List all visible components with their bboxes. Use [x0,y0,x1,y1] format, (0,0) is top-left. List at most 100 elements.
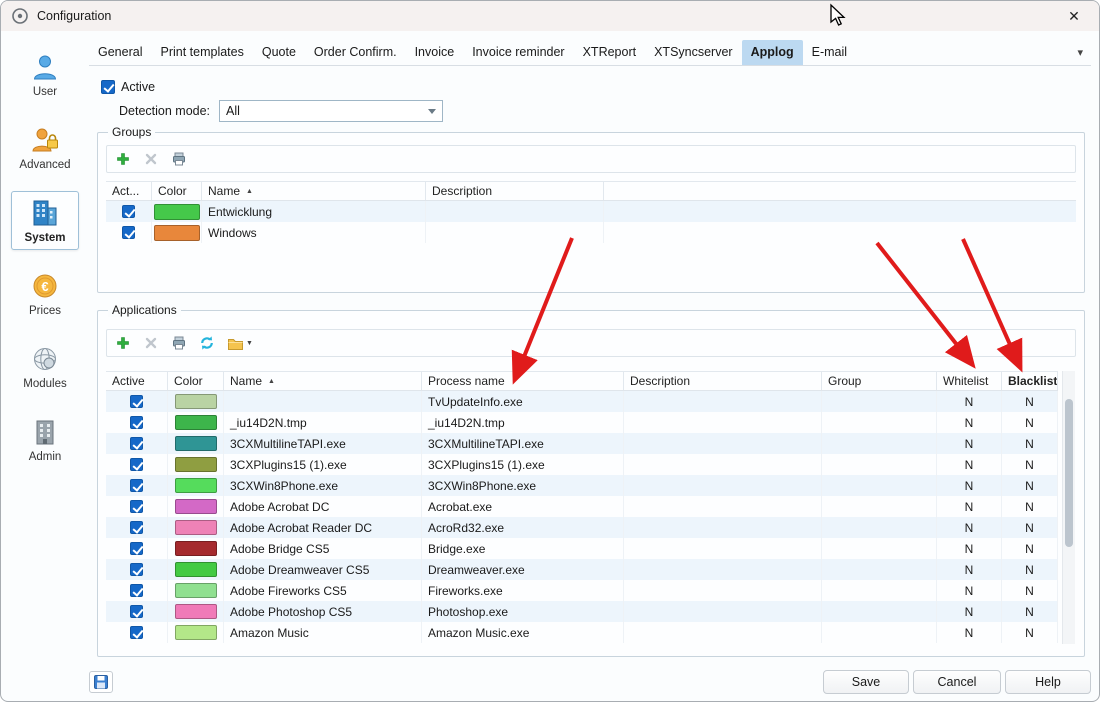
save-settings-button[interactable] [89,671,113,693]
row-active-checkbox[interactable] [130,416,143,429]
application-row[interactable]: Adobe Fireworks CS5 Fireworks.exe N N [106,580,1058,601]
refresh-button[interactable] [199,335,215,351]
tab-general[interactable]: General [89,40,151,65]
row-active-checkbox[interactable] [130,605,143,618]
euro-coin-icon: € [30,271,60,301]
application-description [624,580,822,601]
col-header-name[interactable]: Name▲ [202,182,426,200]
application-row[interactable]: Adobe Bridge CS5 Bridge.exe N N [106,538,1058,559]
help-button[interactable]: Help [1005,670,1091,694]
tab-order-confirm-[interactable]: Order Confirm. [305,40,406,65]
application-row[interactable]: _iu14D2N.tmp _iu14D2N.tmp N N [106,412,1058,433]
col-header-blacklist[interactable]: Blacklist [1002,372,1058,390]
system-icon [30,198,60,228]
tab-invoice[interactable]: Invoice [406,40,464,65]
applications-table: Active Color Name▲ Process name Descript… [106,371,1058,643]
col-header-description[interactable]: Description [426,182,604,200]
application-row[interactable]: Adobe Acrobat Reader DC AcroRd32.exe N N [106,517,1058,538]
col-header-color[interactable]: Color [152,182,202,200]
application-group [822,601,937,622]
col-header-active[interactable]: Active [106,372,168,390]
print-groups-button[interactable] [171,151,187,167]
application-row[interactable]: Adobe Photoshop CS5 Photoshop.exe N N [106,601,1058,622]
col-header-act[interactable]: Act... [106,182,152,200]
sidebar-item-admin[interactable]: Admin [11,410,79,469]
add-application-button[interactable] [115,335,131,351]
folder-caret-icon[interactable]: ▼ [246,340,253,347]
application-description [624,391,822,412]
title-bar[interactable]: Configuration ✕ [1,1,1099,31]
sidebar-item-modules[interactable]: Modules [11,337,79,396]
col-header-group[interactable]: Group [822,372,937,390]
sidebar-item-system[interactable]: System [11,191,79,250]
folder-button[interactable]: ▼ [227,336,253,351]
add-group-button[interactable] [115,151,131,167]
tab-print-templates[interactable]: Print templates [151,40,252,65]
applications-table-header: Active Color Name▲ Process name Descript… [106,371,1058,391]
group-row[interactable]: Windows [106,222,1076,243]
row-active-checkbox[interactable] [130,584,143,597]
user-icon [30,52,60,82]
row-active-checkbox[interactable] [130,395,143,408]
applications-groupbox: Applications [97,310,1085,657]
tab-overflow-chevron-icon[interactable]: ▾ [1069,46,1091,65]
tab-applog[interactable]: Applog [742,40,803,65]
tab-strip: GeneralPrint templatesQuoteOrder Confirm… [89,40,856,65]
sidebar-item-advanced[interactable]: Advanced [11,118,79,177]
groups-table-header: Act... Color Name▲ Description [106,181,1076,201]
blacklist-flag: N [1002,580,1058,601]
application-row[interactable]: Adobe Acrobat DC Acrobat.exe N N [106,496,1058,517]
col-header-name[interactable]: Name▲ [224,372,422,390]
group-description [426,201,604,222]
configuration-window: Configuration ✕ GeneralPrint templatesQu… [0,0,1100,702]
row-active-checkbox[interactable] [130,521,143,534]
group-row[interactable]: Entwicklung [106,201,1076,222]
whitelist-flag: N [937,517,1002,538]
close-button[interactable]: ✕ [1059,8,1089,25]
delete-application-button[interactable] [143,335,159,351]
cancel-button[interactable]: Cancel [913,670,1001,694]
row-active-checkbox[interactable] [130,479,143,492]
row-active-checkbox[interactable] [130,437,143,450]
row-active-checkbox[interactable] [122,205,135,218]
application-row[interactable]: 3CXWin8Phone.exe 3CXWin8Phone.exe N N [106,475,1058,496]
application-row[interactable]: Adobe Dreamweaver CS5 Dreamweaver.exe N … [106,559,1058,580]
vertical-scrollbar[interactable] [1062,371,1075,644]
application-row[interactable]: 3CXMultilineTAPI.exe 3CXMultilineTAPI.ex… [106,433,1058,454]
detection-mode-dropdown[interactable]: All [219,100,443,122]
sidebar-item-user[interactable]: User [11,45,79,104]
row-active-checkbox[interactable] [130,458,143,471]
col-header-whitelist[interactable]: Whitelist [937,372,1002,390]
process-name: Bridge.exe [422,538,624,559]
col-header-process-name[interactable]: Process name [422,372,624,390]
col-header-description[interactable]: Description [624,372,822,390]
col-header-color[interactable]: Color [168,372,224,390]
row-active-checkbox[interactable] [130,542,143,555]
tab-e-mail[interactable]: E-mail [803,40,856,65]
tab-xtreport[interactable]: XTReport [574,40,646,65]
tab-quote[interactable]: Quote [253,40,305,65]
application-name: Amazon Music [224,622,422,643]
sidebar-item-label: Admin [29,451,62,463]
application-row[interactable]: 3CXPlugins15 (1).exe 3CXPlugins15 (1).ex… [106,454,1058,475]
whitelist-flag: N [937,475,1002,496]
row-active-checkbox[interactable] [130,563,143,576]
active-checkbox[interactable] [101,80,115,94]
tab-xtsyncserver[interactable]: XTSyncserver [645,40,742,65]
tab-invoice-reminder[interactable]: Invoice reminder [463,40,573,65]
application-group [822,433,937,454]
row-active-checkbox[interactable] [130,626,143,639]
row-active-checkbox[interactable] [122,226,135,239]
row-active-checkbox[interactable] [130,500,143,513]
scrollbar-thumb[interactable] [1065,399,1073,547]
application-row[interactable]: Amazon Music Amazon Music.exe N N [106,622,1058,643]
floppy-disk-icon [93,674,109,690]
sidebar-item-prices[interactable]: € Prices [11,264,79,323]
application-row[interactable]: TvUpdateInfo.exe N N [106,391,1058,412]
sort-asc-icon: ▲ [268,378,275,385]
print-applications-button[interactable] [171,335,187,351]
save-button[interactable]: Save [823,670,909,694]
application-description [624,433,822,454]
delete-group-button[interactable] [143,151,159,167]
application-group [822,412,937,433]
